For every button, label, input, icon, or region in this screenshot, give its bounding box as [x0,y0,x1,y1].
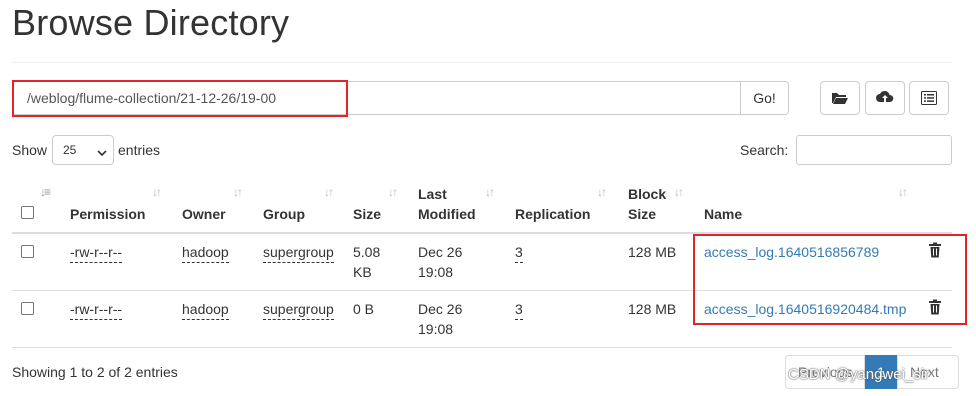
size-cell-line2: KB [353,264,372,280]
size-cell-line1: 5.08 [353,244,381,260]
size-cell-line1: 0 B [353,301,375,317]
modified-cell-line2: 19:08 [418,321,454,337]
show-label: Show [12,142,48,158]
file-name-link[interactable]: access_log.1640516856789 [704,242,879,262]
chevron-down-icon [97,146,107,160]
table-row: -rw-r--r-- hadoop supergroup 5.08 KB Dec… [12,234,952,291]
sort-icon: ↓↑ [388,185,398,199]
header-replication[interactable]: Replication [515,204,590,224]
owner-cell[interactable]: hadoop [182,299,229,320]
select-all-checkbox[interactable] [21,206,34,219]
sort-icon: ↓↑ [898,185,908,199]
sort-icon: ↓↑ [233,185,243,199]
sort-icon: ↓↑ [597,185,607,199]
trash-icon[interactable] [928,242,942,261]
header-name[interactable]: Name [704,204,742,224]
table-info: Showing 1 to 2 of 2 entries [12,364,178,380]
modified-cell-line1: Dec 26 [418,301,463,317]
header-group[interactable]: Group [263,204,305,224]
header-permission[interactable]: Permission [70,204,145,224]
permission-cell[interactable]: -rw-r--r-- [70,299,123,320]
owner-cell[interactable]: hadoop [182,242,229,263]
title-divider [12,62,952,63]
cut-paste-button[interactable] [909,81,949,115]
block-size-cell: 128 MB [628,301,677,317]
trash-icon[interactable] [928,299,942,318]
upload-button[interactable] [865,81,905,115]
header-last-modified-line1[interactable]: Last [418,184,447,204]
modified-cell-line1: Dec 26 [418,244,463,260]
search-label: Search: [740,142,789,158]
row-checkbox[interactable] [21,302,34,315]
table-header-row: ↓≡ ↓↑ ↓↑ ↓↑ ↓↑ ↓↑ ↓↑ ↓↑ ↓↑ Permission Ow… [12,178,952,234]
sort-icon: ↓↑ [674,185,684,199]
header-block-size-line1[interactable]: Block [628,184,666,204]
search-input[interactable] [796,135,952,165]
file-name-link[interactable]: access_log.1640516920484.tmp [704,299,906,319]
header-last-modified-line2[interactable]: Modified [418,204,476,224]
group-cell[interactable]: supergroup [263,299,334,320]
entries-label: entries [118,142,161,158]
group-cell[interactable]: supergroup [263,242,334,263]
sort-icon: ↓↑ [324,185,334,199]
path-bar: Go! [12,81,789,115]
sort-icon: ↓↑ [152,185,162,199]
watermark: CSDN @yangwei_sir [788,366,930,383]
replication-cell[interactable]: 3 [515,242,523,263]
entries-selected-value: 25 [63,143,77,157]
path-input[interactable] [12,81,740,115]
cloud-upload-icon [876,90,894,106]
row-checkbox[interactable] [21,245,34,258]
go-button[interactable]: Go! [740,81,789,115]
sort-asc-icon: ↓≡ [40,185,51,199]
header-block-size-line2[interactable]: Size [628,204,656,224]
block-size-cell: 128 MB [628,244,677,260]
page-title: Browse Directory [12,2,290,43]
folder-open-icon [831,91,849,105]
header-size[interactable]: Size [353,204,381,224]
create-directory-button[interactable] [820,81,860,115]
replication-cell[interactable]: 3 [515,299,523,320]
list-icon [921,91,937,105]
entries-per-page-select[interactable]: 25 [52,135,114,165]
modified-cell-line2: 19:08 [418,264,454,280]
sort-icon: ↓↑ [485,185,495,199]
permission-cell[interactable]: -rw-r--r-- [70,242,123,263]
header-owner[interactable]: Owner [182,204,226,224]
table-row: -rw-r--r-- hadoop supergroup 0 B Dec 26 … [12,291,952,348]
